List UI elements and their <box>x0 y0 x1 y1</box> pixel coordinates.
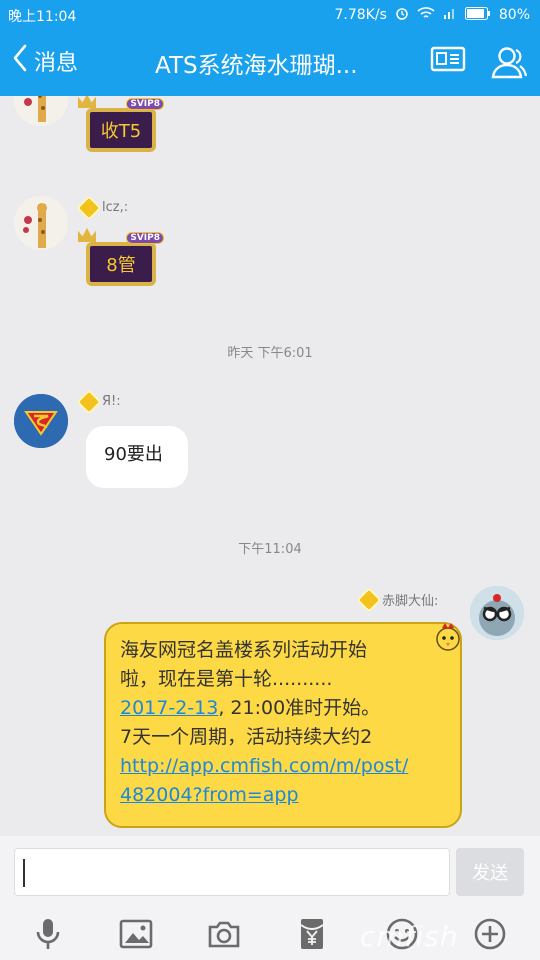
message-bubble[interactable]: 90要出 <box>86 426 188 488</box>
badge-text: 8管 <box>86 242 156 286</box>
superman-avatar[interactable] <box>14 394 68 448</box>
post-link[interactable]: http://app.cmfish.com/m/post/ <box>120 755 408 777</box>
message-line: http://app.cmfish.com/m/post/ <box>120 752 446 781</box>
camera-icon[interactable] <box>204 914 244 954</box>
alarm-icon <box>395 6 409 24</box>
battery-icon <box>464 6 491 24</box>
message-line: 海友网冠名盖楼系列活动开始 <box>120 639 368 661</box>
sparkle-icon <box>359 589 379 610</box>
status-bar: 晚上11:04 7.78K/s 80% <box>0 0 540 28</box>
timestamp: 下午11:04 <box>238 542 302 557</box>
page-title: ATS系统海水珊瑚... <box>155 53 358 79</box>
message-input[interactable] <box>14 848 450 896</box>
chat-area[interactable]: 收T5 SVIP8 lcz,: 8管 SVIP8 昨天 下午6:01 Я!: 9… <box>0 96 540 836</box>
group-profile-button[interactable] <box>430 44 466 78</box>
chevron-left-icon <box>12 44 28 78</box>
cat-avatar[interactable] <box>470 586 524 640</box>
red-packet-icon[interactable] <box>292 914 332 954</box>
badge-text: 收T5 <box>86 108 156 152</box>
sender-name: lcz,: <box>79 197 129 218</box>
post-link-cont[interactable]: 482004?from=app <box>120 784 299 806</box>
watermark: cmfish <box>360 920 459 953</box>
sender-name: 赤脚大仙: <box>359 589 439 610</box>
sparkle-icon <box>79 197 99 218</box>
signal-icon <box>443 6 457 24</box>
timestamp: 昨天 下午6:01 <box>227 346 313 361</box>
network-speed: 7.78K/s <box>334 7 387 23</box>
status-time: 晚上11:04 <box>8 9 77 25</box>
id-card-icon <box>430 46 466 78</box>
sparkle-icon <box>79 391 99 412</box>
chick-sticker-icon <box>430 622 466 660</box>
sender-label: lcz,: <box>102 200 129 215</box>
sender-label: 赤脚大仙: <box>382 594 439 609</box>
crown-icon <box>78 96 96 108</box>
svip-tag: SVIP8 <box>126 98 164 110</box>
plus-icon[interactable] <box>470 914 510 954</box>
microphone-icon[interactable] <box>28 914 68 954</box>
input-toolbar <box>0 906 540 960</box>
message-badge[interactable]: 收T5 SVIP8 <box>76 96 166 160</box>
battery-level: 80% <box>498 7 530 23</box>
image-icon[interactable] <box>116 914 156 954</box>
title-bar: 消息 ATS系统海水珊瑚... <box>0 28 540 96</box>
crown-icon <box>78 228 96 242</box>
status-right: 7.78K/s 80% <box>334 6 530 24</box>
input-bar: 发送 <box>0 836 540 960</box>
back-button[interactable]: 消息 <box>12 44 78 78</box>
svip-tag: SVIP8 <box>126 232 164 244</box>
sender-label: Я!: <box>102 394 121 409</box>
wifi-icon <box>417 6 435 24</box>
message-line: 7天一个周期，活动持续大约2 <box>120 726 373 748</box>
giraffe-avatar[interactable] <box>14 96 68 126</box>
message-text: , 21:00准时开始。 <box>218 697 381 719</box>
sender-name: Я!: <box>79 391 121 412</box>
message-line: 啦，现在是第十轮.......... <box>120 668 333 690</box>
message-line: 482004?from=app <box>120 781 446 810</box>
message-badge[interactable]: 8管 SVIP8 <box>76 228 166 294</box>
send-button[interactable]: 发送 <box>456 848 524 896</box>
back-label: 消息 <box>34 51 79 76</box>
message-line: 2017-2-13, 21:00准时开始。 <box>120 694 446 723</box>
date-link[interactable]: 2017-2-13 <box>120 697 218 719</box>
group-members-button[interactable] <box>489 44 529 84</box>
message-bubble[interactable]: 海友网冠名盖楼系列活动开始 啦，现在是第十轮.......... 2017-2-… <box>104 622 462 828</box>
giraffe-avatar[interactable] <box>14 196 68 250</box>
user-icon <box>489 47 529 84</box>
text-caret <box>23 859 25 887</box>
